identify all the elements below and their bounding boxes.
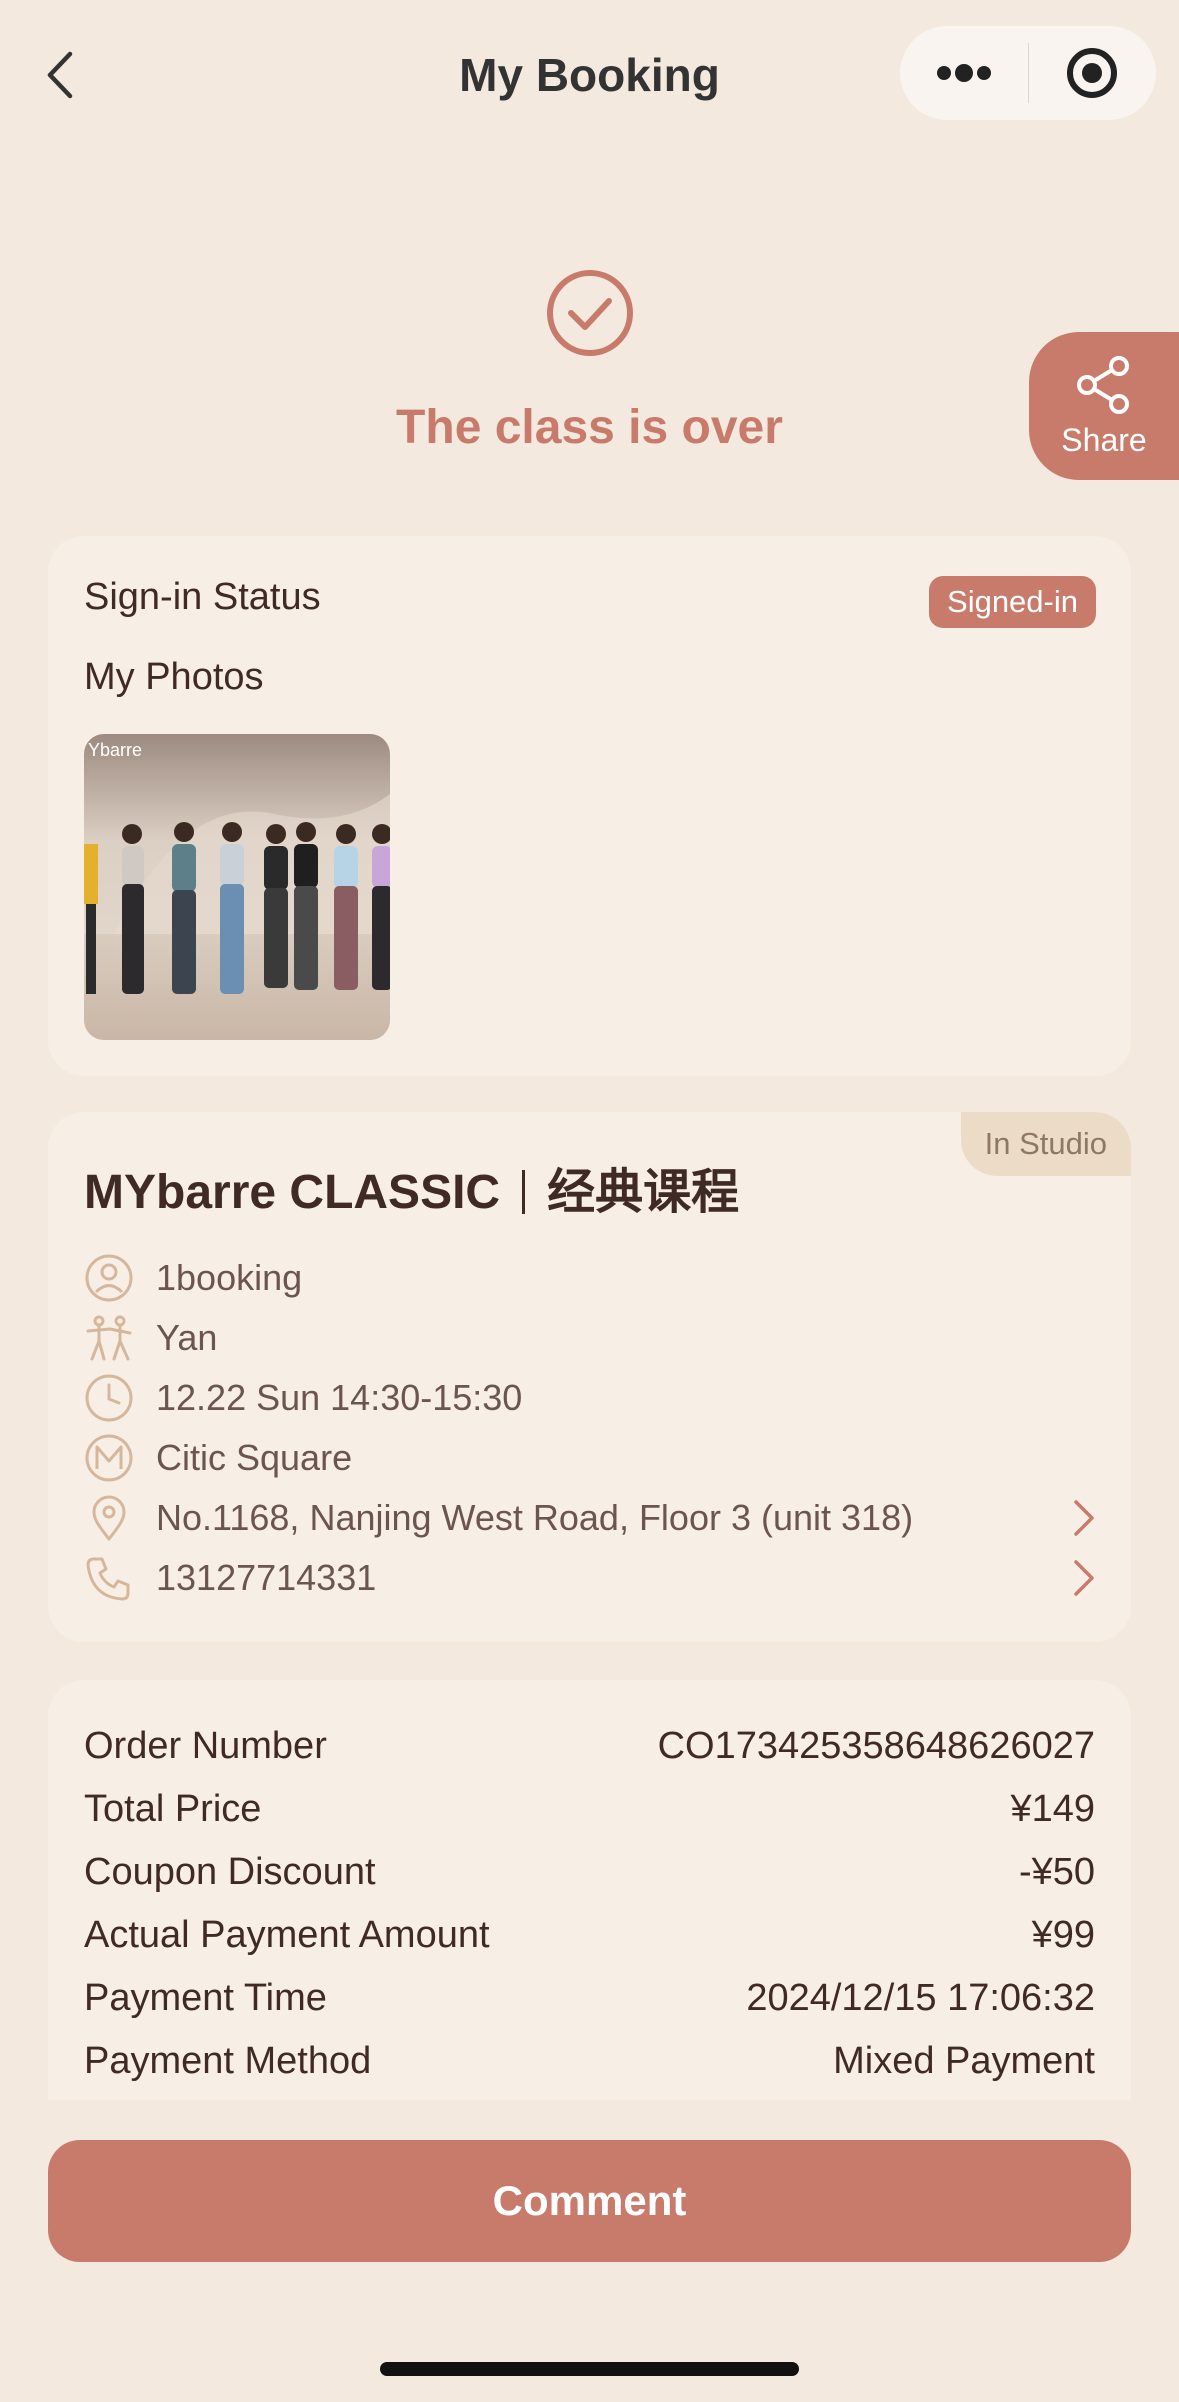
order-value: ¥99 — [1031, 1913, 1095, 1956]
studio-logo-icon — [84, 1433, 134, 1483]
order-row: Payment Time 2024/12/15 17:06:32 — [84, 1970, 1095, 2026]
order-value: ¥149 — [1010, 1787, 1095, 1830]
chevron-right-icon — [1064, 1493, 1104, 1543]
check-circle-icon — [543, 266, 637, 360]
order-label: Payment Method — [84, 2039, 372, 2082]
phone-icon — [84, 1553, 134, 1603]
booking-row: 1booking — [84, 1248, 1104, 1308]
share-label: Share — [1061, 421, 1147, 458]
order-value: 2024/12/15 17:06:32 — [746, 1976, 1095, 2019]
order-value: Mixed Payment — [833, 2039, 1095, 2082]
studio-row: Citic Square — [84, 1428, 1104, 1488]
order-label: Total Price — [84, 1787, 262, 1830]
studio-address: No.1168, Nanjing West Road, Floor 3 (uni… — [156, 1497, 914, 1538]
photo-watermark: Ybarre — [88, 740, 142, 760]
more-button[interactable] — [900, 26, 1028, 120]
class-title: MYbarre CLASSIC 经典课程 — [84, 1152, 739, 1222]
home-indicator — [380, 2362, 799, 2376]
my-photos-label: My Photos — [84, 656, 264, 698]
more-dots-icon — [936, 64, 991, 82]
clock-icon — [84, 1373, 134, 1423]
mini-program-capsule — [900, 26, 1156, 120]
in-studio-tag: In Studio — [960, 1112, 1131, 1176]
instructor-row: Yan — [84, 1308, 1104, 1368]
class-title-en: MYbarre CLASSIC — [84, 1166, 501, 1219]
class-time: 12.22 Sun 14:30-15:30 — [156, 1377, 523, 1418]
class-status-text: The class is over — [396, 401, 783, 454]
title-separator — [522, 1170, 526, 1215]
status-badge: Signed-in — [929, 576, 1096, 628]
address-row[interactable]: No.1168, Nanjing West Road, Floor 3 (uni… — [84, 1488, 1104, 1548]
order-row: Actual Payment Amount ¥99 — [84, 1907, 1095, 1963]
order-label: Actual Payment Amount — [84, 1913, 490, 1956]
order-label: Payment Time — [84, 1976, 327, 2019]
order-details-card: Order Number CO173425358648626027 Total … — [48, 1680, 1131, 2100]
order-label: Coupon Discount — [84, 1850, 376, 1893]
chevron-right-icon — [1064, 1553, 1104, 1603]
class-info-card: In Studio MYbarre CLASSIC 经典课程 1booking Y… — [48, 1112, 1131, 1642]
class-photo[interactable]: Ybarre — [84, 734, 390, 1040]
comment-button[interactable]: Comment — [48, 2140, 1131, 2262]
instructor-icon — [84, 1313, 134, 1363]
booking-count: 1booking — [156, 1257, 303, 1298]
close-program-button[interactable] — [1029, 26, 1157, 120]
user-icon — [84, 1253, 134, 1303]
order-row: Payment Method Mixed Payment — [84, 2033, 1095, 2089]
share-button[interactable]: Share — [1029, 332, 1179, 480]
studio-phone: 13127714331 — [156, 1557, 377, 1598]
order-row: Total Price ¥149 — [84, 1781, 1095, 1837]
phone-row[interactable]: 13127714331 — [84, 1548, 1104, 1608]
sign-in-status-label: Sign-in Status — [84, 576, 321, 618]
sign-in-card: Sign-in Status Signed-in My Photos Ybarr… — [48, 536, 1131, 1076]
instructor-name: Yan — [156, 1317, 218, 1358]
order-value: CO173425358648626027 — [657, 1724, 1095, 1767]
time-row: 12.22 Sun 14:30-15:30 — [84, 1368, 1104, 1428]
location-pin-icon — [84, 1493, 134, 1543]
order-row: Order Number CO173425358648626027 — [84, 1718, 1095, 1774]
target-icon — [1067, 48, 1118, 98]
order-value: -¥50 — [1018, 1850, 1095, 1893]
order-row: Coupon Discount -¥50 — [84, 1844, 1095, 1900]
class-title-cn: 经典课程 — [547, 1166, 740, 1219]
order-label: Order Number — [84, 1724, 327, 1767]
studio-name: Citic Square — [156, 1437, 353, 1478]
share-icon — [1077, 355, 1129, 414]
